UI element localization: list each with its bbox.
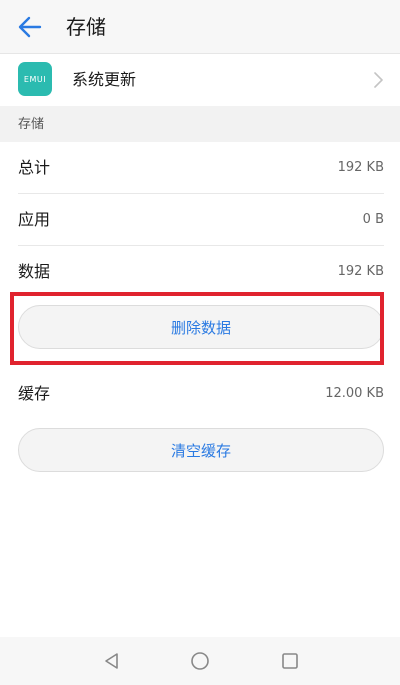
storage-row-data: 数据 192 KB	[0, 246, 400, 298]
section-header-storage: 存储	[0, 106, 400, 142]
row-value: 12.00 KB	[325, 386, 384, 401]
section-title: 存储	[18, 117, 45, 132]
chevron-right-icon	[374, 72, 383, 88]
app-icon-text: EMUI	[23, 74, 47, 84]
storage-row-total: 总计 192 KB	[0, 142, 400, 194]
app-name: 系统更新	[72, 70, 137, 89]
nav-back-button[interactable]	[96, 645, 128, 677]
row-label: 应用	[18, 210, 51, 229]
page-title: 存储	[66, 15, 106, 39]
nav-home-button[interactable]	[184, 645, 216, 677]
arrow-left-icon	[18, 16, 42, 38]
system-navbar	[0, 637, 400, 685]
app-header: 存储	[0, 0, 400, 54]
back-button[interactable]	[14, 12, 46, 42]
clear-cache-button[interactable]: 清空缓存	[18, 428, 384, 472]
cache-row: 缓存 12.00 KB	[0, 368, 400, 420]
home-circle-icon	[191, 652, 209, 670]
back-triangle-icon	[105, 653, 118, 669]
nav-recents-button[interactable]	[274, 645, 306, 677]
app-icon: EMUI	[18, 62, 52, 96]
app-info-row[interactable]: EMUI 系统更新	[0, 54, 400, 106]
recents-square-icon	[282, 653, 298, 669]
row-label: 总计	[18, 158, 51, 177]
row-label: 缓存	[18, 384, 51, 403]
row-value: 0 B	[362, 212, 384, 227]
row-value: 192 KB	[337, 160, 384, 175]
storage-row-app: 应用 0 B	[0, 194, 400, 246]
row-value: 192 KB	[337, 264, 384, 279]
clear-data-button[interactable]: 删除数据	[18, 305, 384, 349]
row-label: 数据	[18, 262, 51, 281]
